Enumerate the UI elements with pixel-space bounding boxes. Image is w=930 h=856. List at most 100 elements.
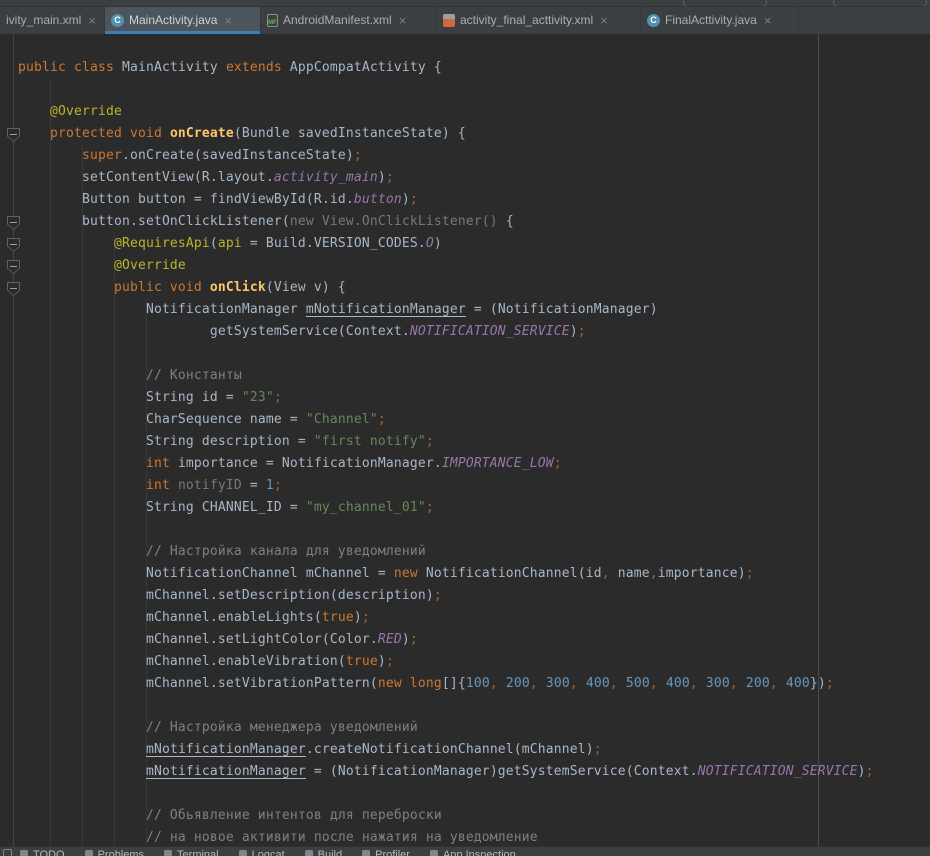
code-line[interactable]: mChannel.enableVibration(true); <box>0 651 930 673</box>
code-token: importance = NotificationManager. <box>178 456 442 471</box>
code-token: name <box>610 566 650 581</box>
code-token: new long <box>378 676 442 691</box>
code-line[interactable]: // Настройка менеджера уведомлений <box>0 717 930 739</box>
close-icon[interactable]: × <box>224 14 232 27</box>
code-line[interactable] <box>0 343 930 365</box>
code-token: (View v) { <box>266 280 346 295</box>
code-line[interactable]: @Override <box>0 101 930 123</box>
java-class-icon: C <box>111 14 124 27</box>
code-token: String CHANNEL_ID = <box>18 500 306 515</box>
code-line[interactable]: mChannel.enableLights(true); <box>0 607 930 629</box>
code-line[interactable]: mChannel.setDescription(description); <box>0 585 930 607</box>
code-token: }) <box>810 676 826 691</box>
close-icon[interactable]: × <box>764 14 772 27</box>
code-token: , <box>602 566 610 581</box>
code-token: ; <box>410 192 418 207</box>
code-line[interactable]: CharSequence name = "Channel"; <box>0 409 930 431</box>
code-token: []{ <box>442 676 466 691</box>
code-token <box>498 676 506 691</box>
close-icon[interactable]: × <box>399 14 407 27</box>
code-line[interactable]: public void onClick(View v) { <box>0 277 930 299</box>
code-line[interactable]: Button button = findViewById(R.id.button… <box>0 189 930 211</box>
code-token <box>578 676 586 691</box>
code-token: mNotificationManager <box>306 302 466 317</box>
tab-androidmanifest-xml[interactable]: MFAndroidManifest.xml× <box>261 6 437 34</box>
code-token: mChannel.setVibrationPattern( <box>18 676 378 691</box>
code-token <box>538 676 546 691</box>
tab-mainactivity-java[interactable]: CMainActivity.java× <box>105 6 261 34</box>
code-token: "23" <box>242 390 274 405</box>
code-line[interactable]: mChannel.setLightColor(Color.RED); <box>0 629 930 651</box>
code-token: ; <box>274 390 282 405</box>
code-line[interactable] <box>0 519 930 541</box>
code-token: ; <box>274 478 282 493</box>
code-line[interactable]: mNotificationManager = (NotificationMana… <box>0 761 930 783</box>
device-selector-widget[interactable] <box>833 0 927 7</box>
code-line[interactable]: super.onCreate(savedInstanceState); <box>0 145 930 167</box>
code-token: 200 <box>746 676 770 691</box>
code-token: ; <box>386 654 394 669</box>
code-token: int <box>18 456 178 471</box>
close-icon[interactable]: × <box>88 14 96 27</box>
code-line[interactable]: NotificationChannel mChannel = new Notif… <box>0 563 930 585</box>
code-token: "Channel" <box>306 412 378 427</box>
code-token: ; <box>362 610 370 625</box>
code-editor[interactable]: public class MainActivity extends AppCom… <box>0 34 930 846</box>
code-line[interactable]: @Override <box>0 255 930 277</box>
code-line[interactable]: int notifyID = 1; <box>0 475 930 497</box>
code-token: Button button = findViewById(R.id. <box>18 192 354 207</box>
code-line[interactable]: // на новое активити после нажатия на ув… <box>0 827 930 846</box>
run-config-widget[interactable] <box>683 0 767 7</box>
code-line[interactable]: getSystemService(Context.NOTIFICATION_SE… <box>0 321 930 343</box>
code-token: , <box>690 676 698 691</box>
code-line[interactable]: mChannel.setVibrationPattern(new long[]{… <box>0 673 930 695</box>
code-token: "my_channel_01" <box>306 500 426 515</box>
code-line[interactable]: button.setOnClickListener(new View.OnCli… <box>0 211 930 233</box>
code-token: , <box>530 676 538 691</box>
tab-activity-final-acttivity-xml[interactable]: activity_final_acttivity.xml× <box>437 6 641 34</box>
code-token: String id = <box>18 390 242 405</box>
code-line[interactable]: String CHANNEL_ID = "my_channel_01"; <box>0 497 930 519</box>
code-token: = (NotificationManager) <box>466 302 658 317</box>
code-token: 1 <box>266 478 274 493</box>
code-line[interactable] <box>0 79 930 101</box>
code-token: // Константы <box>18 368 242 383</box>
code-line[interactable]: int importance = NotificationManager.IMP… <box>0 453 930 475</box>
code-line[interactable]: String id = "23"; <box>0 387 930 409</box>
code-line[interactable]: public class MainActivity extends AppCom… <box>0 57 930 79</box>
code-line[interactable] <box>0 783 930 805</box>
code-token: ; <box>426 434 434 449</box>
code-token: @Override <box>18 258 186 273</box>
code-line[interactable]: mNotificationManager.createNotificationC… <box>0 739 930 761</box>
code-line[interactable]: protected void onCreate(Bundle savedInst… <box>0 123 930 145</box>
code-token: , <box>490 676 498 691</box>
code-line[interactable]: // Константы <box>0 365 930 387</box>
code-token: = (NotificationManager)getSystemService(… <box>306 764 698 779</box>
tab-finalacttivity-java[interactable]: CFinalActtivity.java× <box>641 6 799 34</box>
code-token: mChannel.setLightColor(Color. <box>18 632 378 647</box>
code-token: ) <box>434 236 442 251</box>
tab-ivity-main-xml[interactable]: ivity_main.xml× <box>0 6 105 34</box>
code-token: 300 <box>546 676 570 691</box>
code-token: ; <box>578 324 586 339</box>
code-line[interactable]: NotificationManager mNotificationManager… <box>0 299 930 321</box>
code-token: ; <box>378 412 386 427</box>
todo-icon <box>20 850 28 856</box>
code-line[interactable]: @RequiresApi(api = Build.VERSION_CODES.O… <box>0 233 930 255</box>
code-line[interactable] <box>0 695 930 717</box>
code-token: String description = <box>18 434 314 449</box>
code-line[interactable]: setContentView(R.layout.activity_main); <box>0 167 930 189</box>
code-line[interactable]: String description = "first notify"; <box>0 431 930 453</box>
code-line[interactable]: // Настройка канала для уведомлений <box>0 541 930 563</box>
code-token: setContentView(R.layout. <box>18 170 274 185</box>
code-token: @Override <box>18 104 122 119</box>
code-line[interactable]: // Обьявление интентов для переброски <box>0 805 930 827</box>
code-token: , <box>610 676 618 691</box>
code-token: "first notify" <box>314 434 426 449</box>
code-token: NotificationChannel(id <box>426 566 602 581</box>
code-token: 500 <box>626 676 650 691</box>
terminal-icon <box>164 850 172 856</box>
code-token: ) <box>858 764 866 779</box>
close-icon[interactable]: × <box>600 14 608 27</box>
code-token: true <box>322 610 354 625</box>
